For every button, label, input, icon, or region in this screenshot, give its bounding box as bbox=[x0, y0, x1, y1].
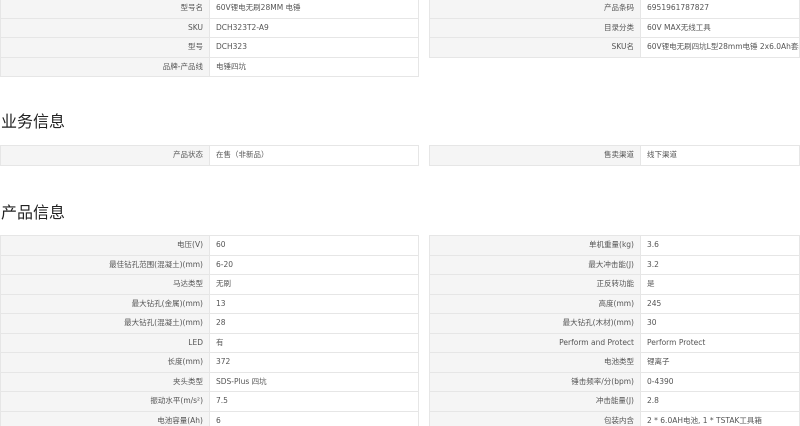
table-row: 产品条码 6951961787827 bbox=[429, 0, 800, 19]
field-label: 最大钻孔(木材)(mm) bbox=[430, 314, 641, 333]
table-row: SKU名 60V锂电无刷四坑L型28mm电锤 2x6.0Ah套装 bbox=[429, 38, 800, 58]
product-info-right-table: 单机重量(kg) 3.6 最大冲击能(J) 3.2 正反转功能是 高度(mm) 245… bbox=[429, 235, 800, 426]
field-label: SKU名 bbox=[430, 38, 641, 57]
field-label: 正反转功能 bbox=[430, 275, 641, 294]
table-row: 单机重量(kg) 3.6 bbox=[429, 236, 800, 256]
field-value: 是 bbox=[647, 279, 655, 288]
table-row: 最大钻孔(混凝土)(mm) 28 bbox=[0, 314, 419, 334]
field-value: 13 bbox=[216, 298, 226, 308]
basic-info-left-table: 型号名 60V锂电无刷28MM 电锤 SKU DCH323T2-A9 型号 DCH32… bbox=[0, 0, 419, 77]
field-label: 夹头类型 bbox=[1, 372, 210, 391]
basic-info-right-table: 产品条码 6951961787827 目录分类 60V MAX无线工具 SKU名 60… bbox=[429, 0, 800, 58]
field-value: 3.2 bbox=[647, 259, 659, 269]
field-value: 6-20 bbox=[216, 259, 234, 269]
field-value: 线下渠道 bbox=[647, 150, 677, 159]
field-label: 振动水平(m/s²) bbox=[1, 392, 210, 411]
table-row: 目录分类 60V MAX无线工具 bbox=[429, 18, 800, 38]
field-label: 单机重量(kg) bbox=[430, 236, 641, 255]
field-value: 锂离子 bbox=[647, 357, 670, 366]
field-value: DCH323T2-A9 bbox=[216, 22, 269, 32]
field-value: 0-4390 bbox=[647, 376, 674, 386]
field-label: 最佳钻孔范围(混凝土)(mm) bbox=[1, 255, 210, 274]
field-value: 3.6 bbox=[647, 240, 659, 249]
table-row: 电池容量(Ah) 6 bbox=[0, 411, 419, 426]
field-label: 电池容量(Ah) bbox=[1, 411, 210, 426]
table-row: 正反转功能是 bbox=[429, 275, 800, 295]
business-section-title: 业务信息 bbox=[1, 112, 66, 131]
field-label: 最大钻孔(混凝土)(mm) bbox=[1, 314, 210, 333]
field-label: 品牌-产品线 bbox=[1, 57, 210, 76]
table-row: 型号 DCH323 bbox=[0, 38, 419, 58]
table-row: 电池类型 锂离子 bbox=[429, 353, 800, 373]
field-label: 型号名 bbox=[1, 0, 210, 18]
field-value: 372 bbox=[216, 357, 231, 366]
field-label: 最大冲击能(J) bbox=[430, 255, 641, 274]
field-value: 2.8 bbox=[647, 396, 659, 405]
field-value: 电锤四坑 bbox=[216, 61, 246, 71]
field-value: 7.5 bbox=[216, 396, 228, 405]
field-label: 马达类型 bbox=[1, 275, 210, 294]
table-row: 型号名 60V锂电无刷28MM 电锤 bbox=[0, 0, 419, 19]
table-row: 高度(mm) 245 bbox=[429, 294, 800, 314]
field-value: 在售（非新品） bbox=[216, 150, 269, 159]
field-value: 60V MAX无线工具 bbox=[647, 22, 711, 32]
table-row: 产品状态 在售（非新品） bbox=[0, 146, 419, 166]
field-label: LED bbox=[1, 333, 210, 352]
table-row: 包装内含 2 * 6.0AH电池, 1 * TSTAK工具箱 bbox=[429, 411, 800, 426]
field-value: 60V锂电无刷四坑L型28mm电锤 2x6.0Ah套装 bbox=[647, 42, 799, 51]
table-row: 品牌-产品线 电锤四坑 bbox=[0, 57, 419, 77]
field-value: 6 bbox=[216, 415, 221, 425]
product-section-title: 产品信息 bbox=[1, 203, 66, 222]
field-value: 有 bbox=[216, 337, 224, 347]
table-row: 振动水平(m/s²) 7.5 bbox=[0, 392, 419, 412]
field-label: 目录分类 bbox=[430, 18, 641, 37]
field-value: 28 bbox=[216, 318, 226, 327]
field-value: 无刷 bbox=[216, 279, 231, 288]
field-label: 包装内含 bbox=[430, 411, 641, 426]
table-row: Perform and Protect Perform Protect bbox=[429, 333, 800, 353]
business-info-left-table: 产品状态 在售（非新品） bbox=[0, 145, 419, 166]
field-label: 长度(mm) bbox=[1, 353, 210, 372]
field-label: 型号 bbox=[1, 38, 210, 57]
field-label: 冲击能量(J) bbox=[430, 392, 641, 411]
table-row: LED 有 bbox=[0, 333, 419, 353]
table-row: 冲击能量(J) 2.8 bbox=[429, 392, 800, 412]
field-label: 电压(V) bbox=[1, 236, 210, 255]
field-label: 售卖渠道 bbox=[430, 146, 641, 165]
field-label: Perform and Protect bbox=[430, 333, 641, 352]
field-value: 245 bbox=[647, 298, 662, 308]
field-value: 6951961787827 bbox=[647, 3, 710, 12]
table-row: 电压(V) 60 bbox=[0, 236, 419, 256]
field-label: 最大钻孔(金属)(mm) bbox=[1, 294, 210, 313]
table-row: 锤击频率/分(bpm) 0-4390 bbox=[429, 372, 800, 392]
table-row: 夹头类型 SDS-Plus 四坑 bbox=[0, 372, 419, 392]
field-label: 产品状态 bbox=[1, 146, 210, 165]
field-value: Perform Protect bbox=[647, 337, 706, 347]
field-label: 电池类型 bbox=[430, 353, 641, 372]
field-value: 2 * 6.0AH电池, 1 * TSTAK工具箱 bbox=[647, 415, 762, 425]
table-row: 马达类型 无刷 bbox=[0, 275, 419, 295]
table-row: SKU DCH323T2-A9 bbox=[0, 18, 419, 38]
field-label: 高度(mm) bbox=[430, 294, 641, 313]
field-value: 60 bbox=[216, 240, 226, 249]
table-row: 最大钻孔(木材)(mm) 30 bbox=[429, 314, 800, 334]
field-value: 30 bbox=[647, 318, 657, 327]
business-info-right-table: 售卖渠道 线下渠道 bbox=[429, 145, 800, 166]
table-row: 长度(mm) 372 bbox=[0, 353, 419, 373]
field-label: SKU bbox=[1, 18, 210, 37]
table-row: 最大钻孔(金属)(mm) 13 bbox=[0, 294, 419, 314]
field-value: 60V锂电无刷28MM 电锤 bbox=[216, 3, 301, 12]
field-value: SDS-Plus 四坑 bbox=[216, 376, 267, 386]
field-value: DCH323 bbox=[216, 42, 247, 51]
table-row: 售卖渠道 线下渠道 bbox=[429, 146, 800, 166]
field-label: 锤击频率/分(bpm) bbox=[430, 372, 641, 391]
table-row: 最大冲击能(J) 3.2 bbox=[429, 255, 800, 275]
table-row: 最佳钻孔范围(混凝土)(mm) 6-20 bbox=[0, 255, 419, 275]
field-label: 产品条码 bbox=[430, 0, 641, 18]
product-info-left-table: 电压(V) 60 最佳钻孔范围(混凝土)(mm) 6-20 马达类型 无刷 最大钻孔(… bbox=[0, 235, 419, 426]
